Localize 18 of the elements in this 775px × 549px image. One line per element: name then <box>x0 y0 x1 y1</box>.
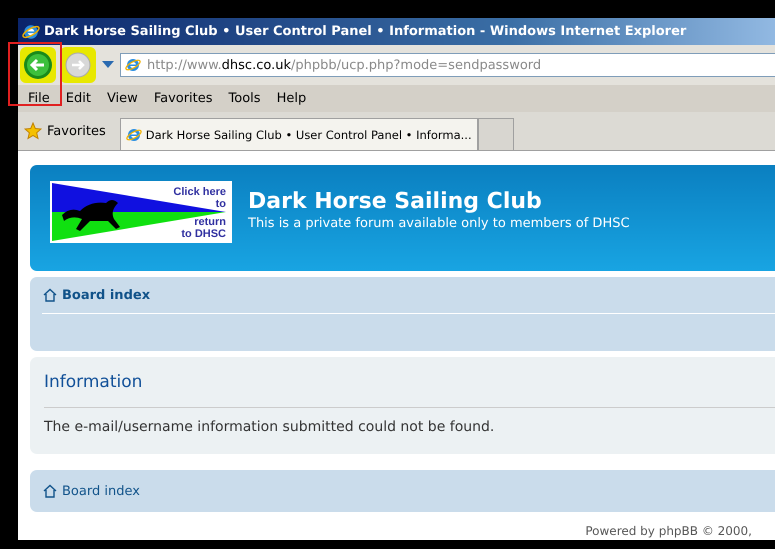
site-title: Dark Horse Sailing Club <box>248 189 543 214</box>
window-title: Dark Horse Sailing Club • User Control Panel • Information - Windows Internet Explorer <box>44 24 686 39</box>
browser-tab[interactable]: Dark Horse Sailing Club • User Control Panel • Informa... <box>120 118 478 150</box>
menu-item[interactable]: Help <box>268 89 314 108</box>
club-logo[interactable]: Click here to return to DHSC <box>50 181 232 243</box>
footer-text: Powered by phpBB © 2000, <box>585 524 752 538</box>
address-field[interactable]: http://www.dhsc.co.uk/phpbb/ucp.php?mode=sendpassword <box>120 53 775 77</box>
panel-heading: Information <box>44 372 142 392</box>
menu-item[interactable]: Tools <box>220 89 269 108</box>
menu-item[interactable]: View <box>98 89 146 108</box>
menu-item[interactable]: Favorites <box>146 89 221 108</box>
board-index-link[interactable]: Board index <box>62 288 150 302</box>
info-message: The e-mail/username information submitted could not be found. <box>44 418 496 435</box>
favorites-button[interactable]: Favorites <box>24 122 106 150</box>
menu-item[interactable]: Edit <box>58 89 99 108</box>
site-description: This is a private forum available only to members of DHSC <box>248 216 630 231</box>
board-index-link[interactable]: Board index <box>62 484 140 498</box>
menu-item[interactable]: File <box>20 89 58 108</box>
